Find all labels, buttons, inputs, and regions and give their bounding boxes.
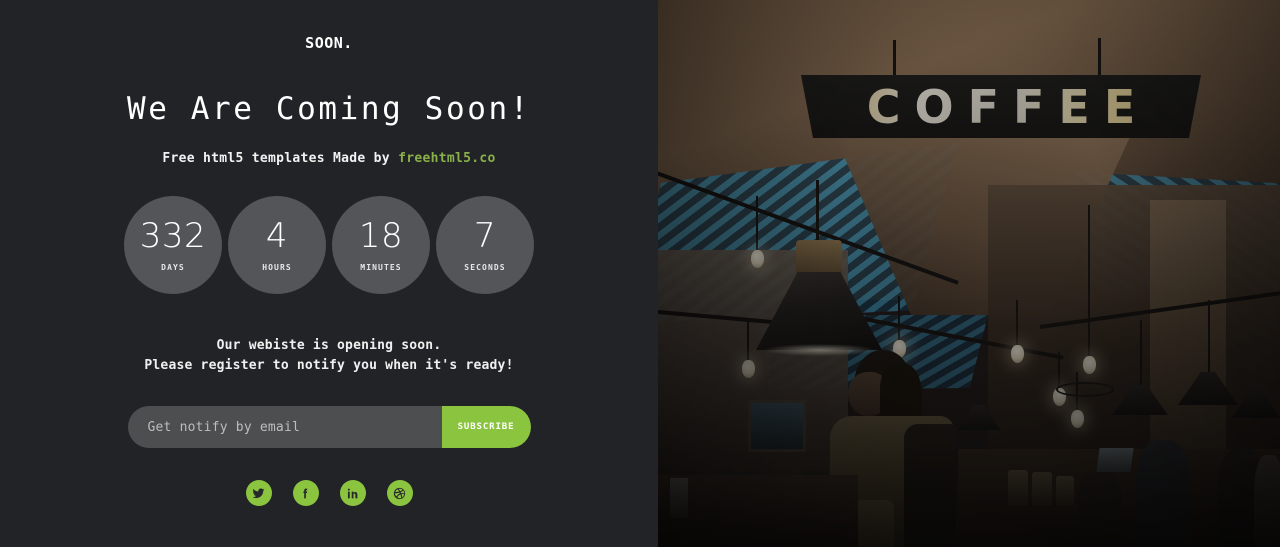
social-link-facebook[interactable] (292, 480, 319, 507)
pendant-lamp-large (756, 180, 882, 356)
description-line-1: Our webiste is opening soon. (216, 338, 442, 353)
pendant-lamp-cap (796, 240, 842, 274)
facebook-icon (299, 487, 312, 500)
background-person-6 (1254, 455, 1280, 547)
cone-lamp-wire-4 (1208, 300, 1210, 374)
countdown-hours: 4 HOURS (228, 196, 326, 294)
ring-light-fixture (1056, 382, 1114, 397)
light-bulb-7 (1071, 410, 1084, 428)
background-person-3 (1078, 470, 1122, 547)
coming-soon-page: SOON. We Are Coming Soon! Free html5 tem… (0, 0, 1280, 547)
dribbble-icon (393, 487, 406, 500)
pendant-lamp-wire (816, 180, 819, 242)
light-bulb-2 (742, 360, 755, 378)
cone-lamp-wire-3 (1140, 320, 1142, 386)
countdown-seconds-label: SECONDS (464, 262, 506, 272)
bulb-wire-5 (1088, 205, 1090, 358)
social-link-dribbble[interactable] (386, 480, 413, 507)
credit-line: Free html5 templates Made by freehtml5.c… (162, 151, 495, 166)
countdown-seconds: 7 SECONDS (436, 196, 534, 294)
site-logo[interactable]: SOON. (305, 34, 353, 52)
countdown-days: 332 DAYS (124, 196, 222, 294)
pendant-lamp-shade (756, 272, 882, 350)
drinking-glass (670, 478, 688, 518)
countdown-minutes-value: 18 (358, 215, 404, 256)
bulb-wire-2 (747, 318, 749, 362)
credit-text: Free html5 templates Made by (162, 151, 399, 166)
countdown-days-label: DAYS (161, 262, 185, 272)
coffee-sign: COFFEE (801, 75, 1201, 138)
bulb-wire-6 (1058, 352, 1060, 390)
credit-link[interactable]: freehtml5.co (398, 151, 496, 166)
subscribe-form: SUBSCRIBE (127, 406, 531, 449)
countdown-timer: 332 DAYS 4 HOURS 18 MINUTES 7 SECONDS (124, 196, 534, 294)
social-link-twitter[interactable] (245, 480, 272, 507)
light-bulb-4 (1011, 345, 1024, 363)
bulb-wire-4 (1016, 300, 1018, 348)
countdown-hours-label: HOURS (262, 262, 292, 272)
subscribe-button[interactable]: SUBSCRIBE (441, 406, 531, 449)
coffee-sign-text: COFFEE (853, 84, 1150, 130)
window (748, 400, 806, 452)
jar-1 (1008, 470, 1028, 506)
social-links (245, 480, 413, 507)
content-panel: SOON. We Are Coming Soon! Free html5 tem… (0, 0, 658, 547)
background-person-4 (1136, 440, 1190, 547)
page-title: We Are Coming Soon! (126, 91, 531, 127)
sign-chain-right (1098, 38, 1101, 78)
laptop (1096, 448, 1134, 472)
social-link-linkedin[interactable] (339, 480, 366, 507)
countdown-hours-value: 4 (265, 215, 289, 256)
countdown-minutes-label: MINUTES (360, 262, 402, 272)
description: Our webiste is opening soon. Please regi… (144, 336, 513, 376)
description-line-2: Please register to notify you when it's … (144, 358, 514, 374)
linkedin-icon (346, 487, 359, 500)
countdown-days-value: 332 (139, 215, 207, 256)
sign-chain-left (893, 40, 896, 78)
light-bulb-5 (1083, 356, 1096, 374)
cafe-photo: COFFEE (658, 0, 1280, 547)
jar-2 (1032, 472, 1052, 506)
barista-backpack (904, 424, 956, 547)
bulb-wire-3 (898, 296, 900, 342)
countdown-seconds-value: 7 (473, 215, 497, 256)
email-input[interactable] (127, 406, 442, 449)
countdown-minutes: 18 MINUTES (332, 196, 430, 294)
jar-3 (1056, 476, 1074, 506)
twitter-icon (252, 487, 265, 500)
counter-foreground (658, 475, 858, 547)
